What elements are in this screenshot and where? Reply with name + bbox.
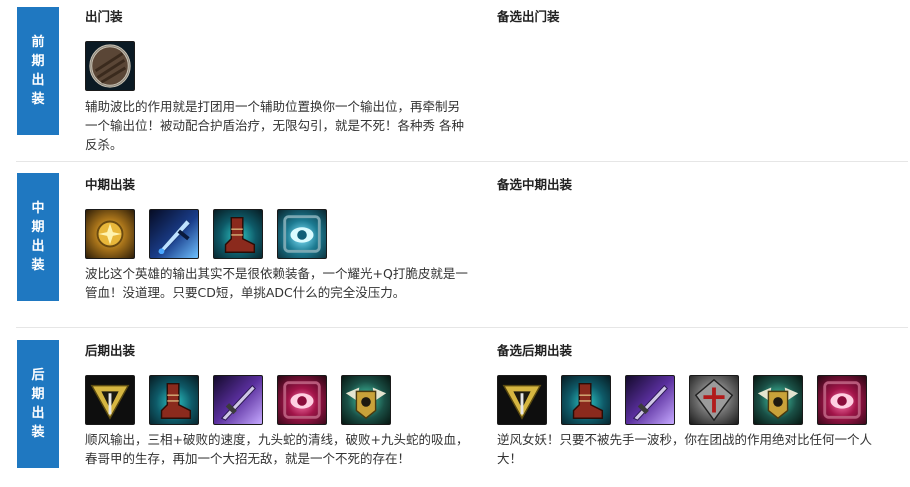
- aegis-helm-icon[interactable]: [341, 375, 391, 425]
- primary-build-mid: 中期出装 波比这个英雄的输出其实不是很依赖装备，一个耀光+Q打脆皮就是一管血！没…: [85, 177, 475, 300]
- purple-blade-icon[interactable]: [213, 375, 263, 425]
- build-title: 后期出装: [85, 343, 136, 358]
- alternate-build-early: 备选出门装: [497, 9, 887, 25]
- build-description: 顺风输出，三相+破败的速度，九头蛇的清线，破败+九头蛇的吸血，春哥甲的生存，再加…: [85, 432, 469, 466]
- stage-label: 后期出装: [31, 368, 45, 440]
- stage-label: 前期出装: [31, 35, 45, 107]
- build-description: 逆风女妖！只要不被先手一波秒，你在团战的作用绝对比任何一个人大！: [497, 432, 873, 466]
- blue-sword-icon[interactable]: [149, 209, 199, 259]
- red-boots-icon[interactable]: [213, 209, 263, 259]
- item-row: [85, 41, 149, 91]
- build-title: 备选出门装: [497, 9, 560, 24]
- primary-build-late: 后期出装 顺风输出，三相+破败的速度，九头蛇的清线，破败+九头蛇的吸血，春哥甲的…: [85, 343, 475, 466]
- primary-build-early: 出门装 辅助波比的作用就是打团用一个辅助位置换你一个输出位，再牵制另一个输出位！…: [85, 9, 475, 152]
- stage-tab-late: 后期出装: [17, 340, 59, 468]
- golden-orb-icon[interactable]: [85, 209, 135, 259]
- purple-blade-icon[interactable]: [625, 375, 675, 425]
- build-description: 波比这个英雄的输出其实不是很依赖装备，一个耀光+Q打脆皮就是一管血！没道理。只要…: [85, 266, 468, 300]
- red-eye-icon[interactable]: [277, 375, 327, 425]
- item-row: [497, 375, 881, 425]
- section-mid: 中期出装 中期出装 波比这个英雄的输出其实不是很依赖装备，一个耀光+Q打脆皮就是…: [0, 162, 910, 328]
- eye-relic-icon[interactable]: [277, 209, 327, 259]
- build-title: 中期出装: [85, 177, 136, 192]
- build-title: 备选后期出装: [497, 343, 573, 358]
- section-late: 后期出装 后期出装 顺风输出，三相+破败的速度，九头蛇的清线，破败+九头蛇的吸血…: [0, 328, 910, 487]
- item-row: [85, 375, 405, 425]
- build-description: 辅助波比的作用就是打团用一个辅助位置换你一个输出位，再牵制另一个输出位！被动配合…: [85, 99, 464, 152]
- section-early: 前期出装 出门装 辅助波比的作用就是打团用一个辅助位置换你一个输出位，再牵制另一…: [0, 0, 910, 162]
- red-boots-icon[interactable]: [561, 375, 611, 425]
- triforce-icon[interactable]: [85, 375, 135, 425]
- stage-tab-early: 前期出装: [17, 7, 59, 135]
- build-title: 备选中期出装: [497, 177, 573, 192]
- stage-label: 中期出装: [31, 201, 45, 273]
- red-boots-icon[interactable]: [149, 375, 199, 425]
- stage-tab-mid: 中期出装: [17, 173, 59, 301]
- alternate-build-mid: 备选中期出装: [497, 177, 887, 193]
- triforce-icon[interactable]: [497, 375, 547, 425]
- wooden-shield-icon[interactable]: [85, 41, 135, 91]
- alternate-build-late: 备选后期出装 逆风女妖！只要不被先手一波秒，你在团战的作用绝对比任何一个人大！: [497, 343, 887, 466]
- item-row: [85, 209, 341, 259]
- aegis-helm-icon[interactable]: [753, 375, 803, 425]
- red-eye-icon[interactable]: [817, 375, 867, 425]
- armor-cross-icon[interactable]: [689, 375, 739, 425]
- build-title: 出门装: [85, 9, 123, 24]
